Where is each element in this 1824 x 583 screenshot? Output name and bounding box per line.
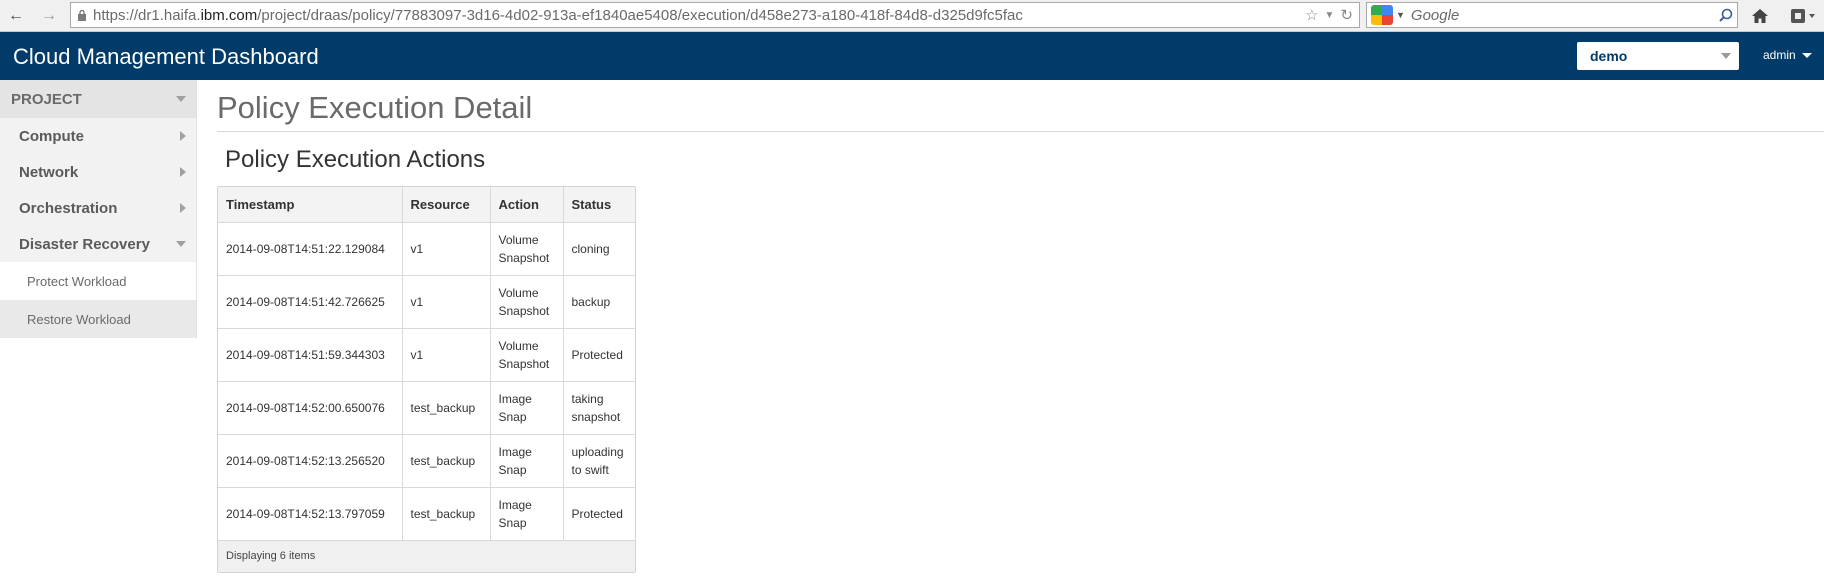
cell-timestamp: 2014-09-08T14:52:00.650076	[218, 381, 403, 435]
brand-title[interactable]: Cloud Management Dashboard	[13, 44, 319, 70]
browser-toolbar: ← → https://dr1.haifa.ibm.com/project/dr…	[0, 0, 1824, 32]
table-header-row: Timestamp Resource Action Status	[218, 187, 635, 223]
column-header-resource[interactable]: Resource	[402, 187, 491, 223]
divider	[217, 131, 1824, 132]
cell-resource: test_backup	[402, 487, 491, 541]
table-row: 2014-09-08T14:52:13.256520 test_backup I…	[218, 434, 635, 488]
reload-icon[interactable]: ↻	[1340, 6, 1353, 24]
table-row: 2014-09-08T14:51:42.726625 v1 Volume Sna…	[218, 275, 635, 329]
cell-resource: v1	[402, 328, 491, 382]
column-header-timestamp[interactable]: Timestamp	[218, 187, 403, 223]
cell-status: Protected	[563, 328, 635, 382]
dropdown-icon[interactable]: ▼	[1325, 10, 1335, 21]
table-row: 2014-09-08T14:51:22.129084 v1 Volume Sna…	[218, 222, 635, 276]
chevron-right-icon	[180, 203, 186, 213]
search-input[interactable]: Google	[1411, 7, 1715, 24]
sidebar-section-label: PROJECT	[11, 90, 82, 108]
cell-timestamp: 2014-09-08T14:51:59.344303	[218, 328, 403, 382]
sidebar-subitem-restore-workload[interactable]: Restore Workload	[0, 300, 196, 338]
sidebar-item-label: Network	[19, 163, 79, 181]
sidebar-item-compute[interactable]: Compute	[0, 118, 196, 154]
cell-status: taking snapshot	[563, 381, 635, 435]
cell-timestamp: 2014-09-08T14:51:42.726625	[218, 275, 403, 329]
app-header: Cloud Management Dashboard demo admin	[0, 32, 1824, 80]
google-icon[interactable]	[1371, 5, 1393, 25]
cell-action: Image Snap	[490, 381, 564, 435]
user-chevron-down-icon	[1801, 52, 1812, 58]
project-select[interactable]: demo	[1577, 42, 1739, 70]
cell-resource: v1	[402, 222, 491, 276]
cell-resource: test_backup	[402, 434, 491, 488]
search-bar[interactable]: ▼ Google	[1366, 2, 1738, 28]
cell-action: Image Snap	[490, 487, 564, 541]
sidebar-project-header[interactable]: PROJECT	[0, 80, 196, 118]
table-row: 2014-09-08T14:52:00.650076 test_backup I…	[218, 381, 635, 435]
sidebar-item-label: Orchestration	[19, 199, 118, 217]
cell-action: Volume Snapshot	[490, 328, 564, 382]
search-icon[interactable]	[1715, 8, 1737, 22]
sidebar-item-disaster-recovery[interactable]: Disaster Recovery	[0, 226, 196, 262]
chevron-down-icon	[176, 96, 186, 102]
cell-timestamp: 2014-09-08T14:52:13.256520	[218, 434, 403, 488]
cell-status: Protected	[563, 487, 635, 541]
cell-action: Image Snap	[490, 434, 564, 488]
table-row: 2014-09-08T14:52:13.797059 test_backup I…	[218, 487, 635, 541]
user-menu[interactable]: admin	[1763, 48, 1812, 62]
column-header-status[interactable]: Status	[563, 187, 635, 223]
cell-status: backup	[563, 275, 635, 329]
sidebar: PROJECT Compute Network Orchestration Di…	[0, 80, 197, 338]
section-title: Policy Execution Actions	[225, 146, 486, 173]
cell-resource: test_backup	[402, 381, 491, 435]
forward-arrow-icon[interactable]: →	[36, 3, 62, 29]
actions-table: Timestamp Resource Action Status 2014-09…	[217, 186, 636, 573]
sidebar-subitem-label: Restore Workload	[27, 311, 131, 327]
chevron-right-icon	[180, 167, 186, 177]
lock-icon	[71, 3, 93, 27]
home-icon[interactable]	[1748, 4, 1772, 28]
bookmark-star-icon[interactable]: ☆	[1305, 6, 1318, 24]
cell-resource: v1	[402, 275, 491, 329]
url-text: https://dr1.haifa.ibm.com/project/draas/…	[93, 6, 1023, 24]
sidebar-subitem-label: Protect Workload	[27, 273, 127, 289]
chevron-down-icon	[176, 241, 186, 247]
sidebar-item-label: Disaster Recovery	[19, 235, 150, 253]
column-header-action[interactable]: Action	[490, 187, 564, 223]
extensions-icon[interactable]	[1786, 4, 1820, 28]
cell-status: uploading to swift	[563, 434, 635, 488]
address-bar[interactable]: https://dr1.haifa.ibm.com/project/draas/…	[70, 2, 1360, 28]
table-footer: Displaying 6 items	[218, 540, 635, 572]
table-row: 2014-09-08T14:51:59.344303 v1 Volume Sna…	[218, 328, 635, 382]
cell-timestamp: 2014-09-08T14:51:22.129084	[218, 222, 403, 276]
search-engine-dropdown-icon[interactable]: ▼	[1396, 10, 1405, 20]
sidebar-subitem-protect-workload[interactable]: Protect Workload	[0, 262, 196, 300]
cell-status: cloning	[563, 222, 635, 276]
sidebar-item-network[interactable]: Network	[0, 154, 196, 190]
chevron-right-icon	[180, 131, 186, 141]
sidebar-item-orchestration[interactable]: Orchestration	[0, 190, 196, 226]
project-select-value: demo	[1590, 48, 1628, 64]
sidebar-item-label: Compute	[19, 127, 84, 145]
chevron-down-icon	[1721, 53, 1731, 59]
cell-action: Volume Snapshot	[490, 275, 564, 329]
back-arrow-icon[interactable]: ←	[3, 3, 29, 29]
page-title: Policy Execution Detail	[217, 90, 533, 125]
cell-action: Volume Snapshot	[490, 222, 564, 276]
user-name: admin	[1763, 48, 1796, 62]
cell-timestamp: 2014-09-08T14:52:13.797059	[218, 487, 403, 541]
